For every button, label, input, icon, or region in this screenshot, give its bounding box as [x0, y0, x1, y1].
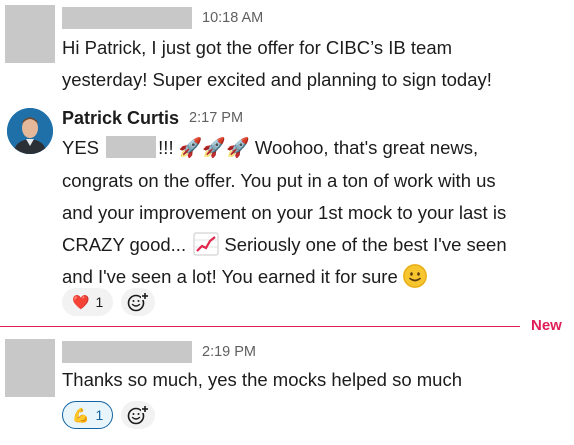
text-segment: and I've seen a lot! You earned it for s… [62, 266, 398, 287]
avatar-photo [7, 108, 53, 154]
add-reaction-icon [127, 292, 150, 312]
timestamp[interactable]: 2:17 PM [189, 110, 243, 126]
text-segment: CRAZY good... [62, 234, 187, 255]
message-line: Hi Patrick, I just got the offer for CIB… [62, 37, 453, 58]
message-line: CRAZY good... Seriously one of the best … [62, 229, 567, 261]
new-label: New [531, 317, 562, 334]
avatar-redacted[interactable] [5, 339, 55, 397]
flexed-biceps-reaction[interactable]: 💪 1 [62, 401, 114, 429]
rocket-icon: 🚀🚀🚀 [178, 138, 250, 159]
message-line: Thanks so much, yes the mocks helped so … [62, 369, 462, 390]
message-text: Thanks so much, yes the mocks helped so … [62, 364, 567, 396]
sender-name-redacted[interactable] [62, 7, 192, 29]
text-segment: Woohoo, that's great news, [254, 137, 479, 158]
timestamp[interactable]: 2:19 PM [202, 344, 256, 360]
add-reaction-button[interactable] [121, 401, 156, 429]
add-reaction-button[interactable] [121, 288, 156, 316]
text-segment: YES [62, 137, 100, 158]
heart-reaction[interactable]: ❤️ 1 [62, 288, 114, 316]
slightly-smiling-face-icon [402, 264, 427, 288]
avatar[interactable] [7, 108, 53, 154]
message-line: yesterday! Super excited and planning to… [62, 69, 492, 90]
message-text: YES !!! 🚀🚀🚀 Woohoo, that's great news, c… [62, 132, 567, 293]
avatar-redacted[interactable] [5, 5, 55, 63]
sender-name[interactable]: Patrick Curtis [62, 108, 179, 129]
reaction-count: 1 [95, 294, 104, 310]
timestamp[interactable]: 10:18 AM [202, 10, 263, 26]
message-line: YES !!! 🚀🚀🚀 Woohoo, that's great news, [62, 132, 567, 165]
text-segment: Seriously one of the best I've seen [224, 234, 507, 255]
message-line: congrats on the offer. You put in a ton … [62, 170, 496, 191]
sender-name-redacted[interactable] [62, 341, 192, 363]
chart-increasing-icon [193, 232, 219, 256]
redacted-mention [106, 136, 157, 158]
text-segment: !!! [158, 137, 174, 158]
message-line: and your improvement on your 1st mock to… [62, 202, 507, 223]
heart-icon: ❤️ [72, 293, 90, 310]
message-text: Hi Patrick, I just got the offer for CIB… [62, 32, 567, 96]
flexed-biceps-icon: 💪 [72, 406, 90, 423]
reaction-count: 1 [95, 407, 104, 423]
new-messages-divider [0, 326, 520, 327]
add-reaction-icon [127, 405, 150, 425]
